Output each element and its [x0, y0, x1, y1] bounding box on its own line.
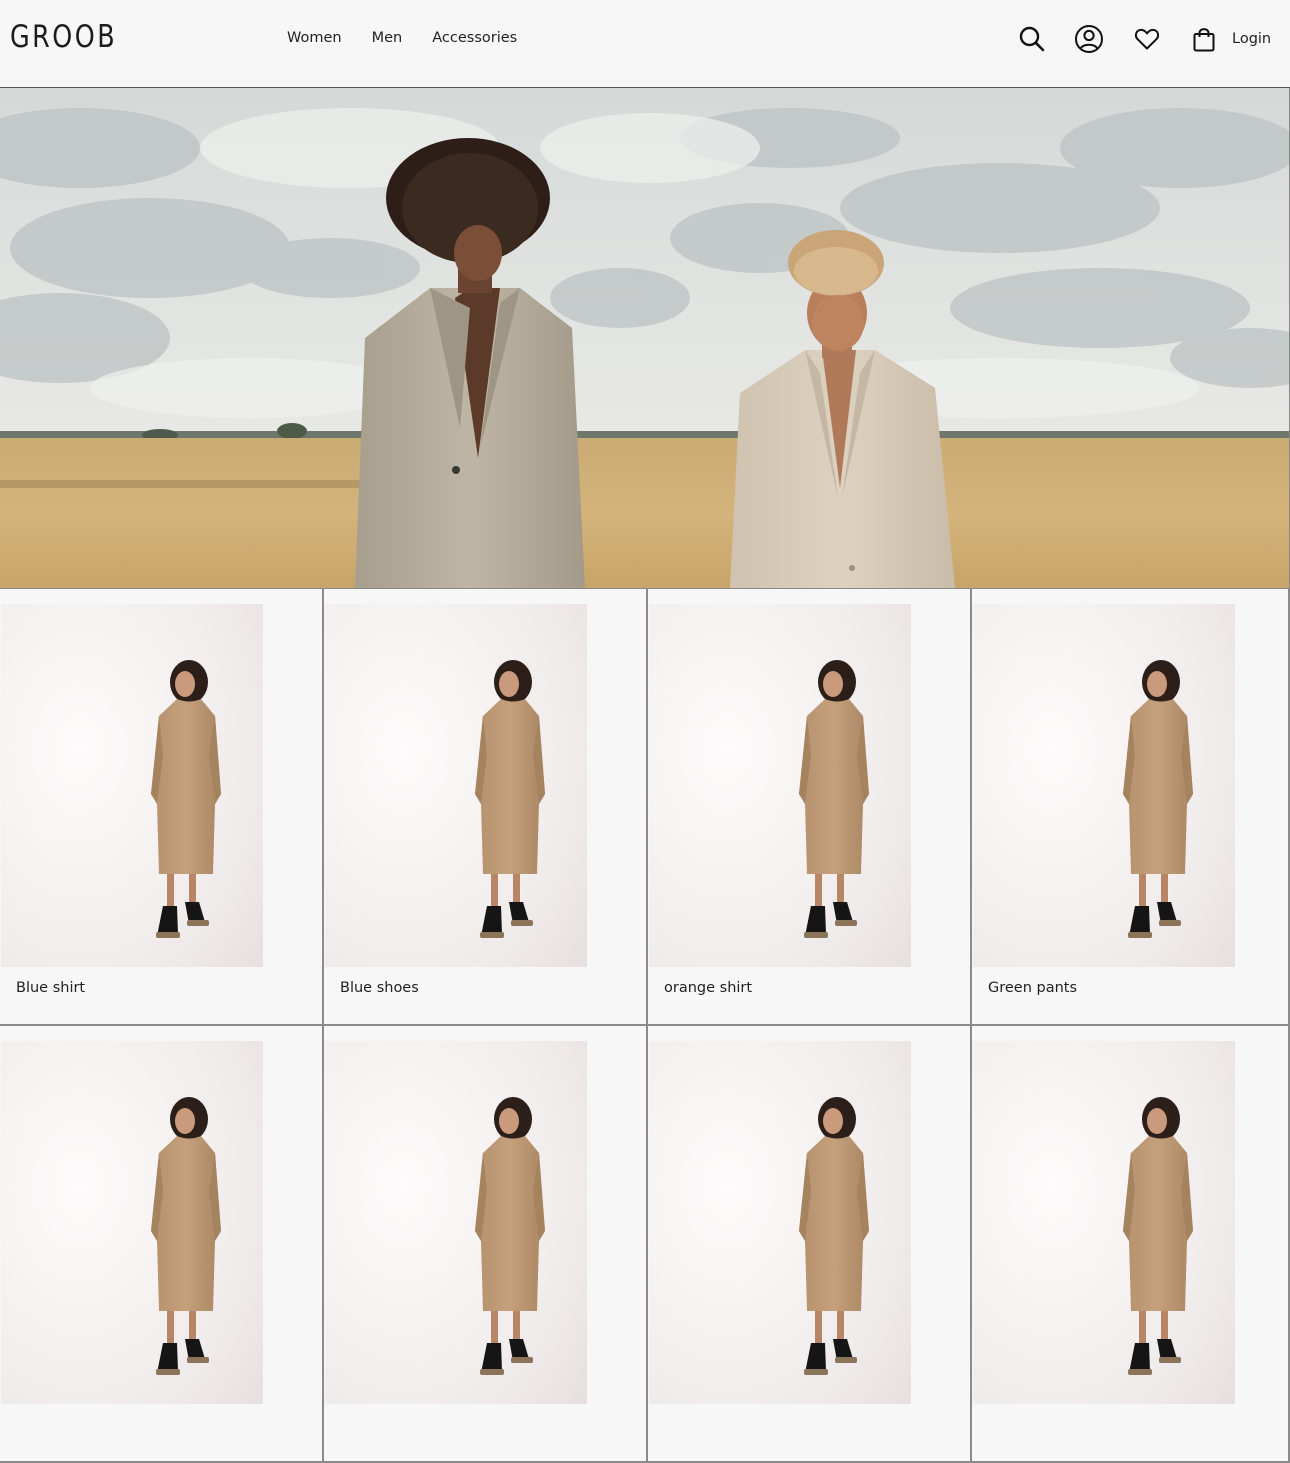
- model-photo: [325, 1041, 587, 1404]
- product-name[interactable]: orange shirt: [664, 978, 752, 998]
- nav-item-accessories[interactable]: Accessories: [432, 28, 517, 48]
- search-icon: [1019, 26, 1045, 52]
- model-photo: [973, 1041, 1235, 1404]
- model-photo: [325, 604, 587, 967]
- brand-logo[interactable]: GROOB: [10, 18, 117, 56]
- product-image[interactable]: [325, 604, 587, 967]
- product-card[interactable]: [972, 1026, 1290, 1463]
- product-name[interactable]: Blue shirt: [16, 978, 85, 998]
- nav-item-men[interactable]: Men: [372, 28, 403, 48]
- product-card[interactable]: orange shirt: [648, 589, 972, 1026]
- wishlist-button[interactable]: [1132, 24, 1162, 54]
- product-card[interactable]: [648, 1026, 972, 1463]
- product-card[interactable]: Blue shirt: [0, 589, 324, 1026]
- product-name[interactable]: Green pants: [988, 978, 1077, 998]
- account-button[interactable]: [1074, 24, 1104, 54]
- wishlist-heart-icon: [1134, 28, 1160, 50]
- product-image[interactable]: [649, 1041, 911, 1404]
- product-image[interactable]: [973, 1041, 1235, 1404]
- site-header: GROOB Women Men Accessories Login: [0, 0, 1290, 88]
- model-photo: [973, 604, 1235, 967]
- cart-button[interactable]: [1189, 24, 1219, 54]
- model-photo: [1, 1041, 263, 1404]
- model-photo: [649, 1041, 911, 1404]
- product-image[interactable]: [325, 1041, 587, 1404]
- product-card[interactable]: [0, 1026, 324, 1463]
- product-card[interactable]: Blue shoes: [324, 589, 648, 1026]
- model-photo: [649, 604, 911, 967]
- hero-banner: [0, 88, 1290, 588]
- login-link[interactable]: Login: [1232, 29, 1271, 49]
- hero-image: [0, 88, 1289, 588]
- account-icon: [1075, 25, 1103, 53]
- product-image[interactable]: [973, 604, 1235, 967]
- product-card[interactable]: Green pants: [972, 589, 1290, 1026]
- product-card[interactable]: [324, 1026, 648, 1463]
- model-photo: [1, 604, 263, 967]
- shopping-bag-icon: [1193, 28, 1215, 52]
- product-name[interactable]: Blue shoes: [340, 978, 419, 998]
- product-image[interactable]: [1, 604, 263, 967]
- search-button[interactable]: [1017, 24, 1047, 54]
- product-image[interactable]: [649, 604, 911, 967]
- main-nav: Women Men Accessories: [287, 28, 517, 48]
- product-image[interactable]: [1, 1041, 263, 1404]
- product-grid: Blue shirt Blue shoes orange shirt Green…: [0, 588, 1290, 1463]
- nav-item-women[interactable]: Women: [287, 28, 342, 48]
